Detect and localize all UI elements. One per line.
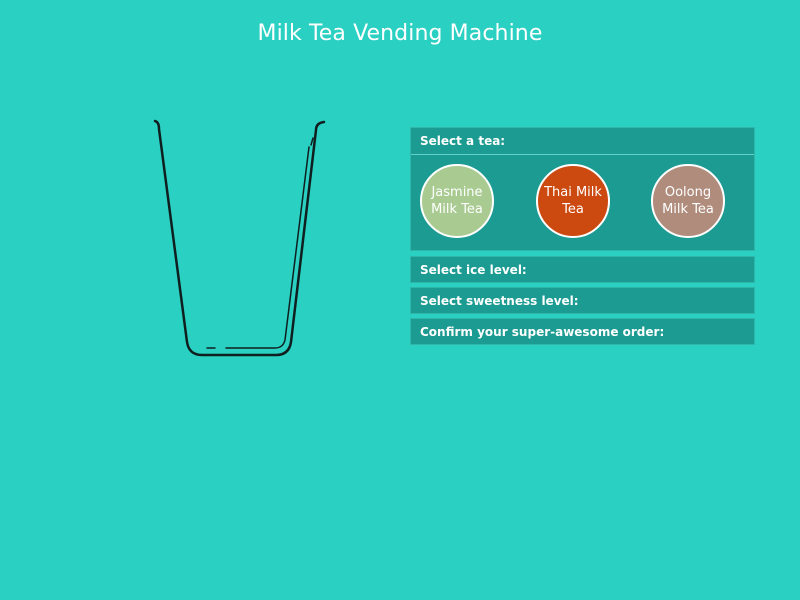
- tea-option-label: Jasmine Milk Tea: [431, 185, 483, 217]
- tea-option-jasmine[interactable]: Jasmine Milk Tea: [420, 164, 494, 238]
- confirm-order-panel: Confirm your super-awesome order:: [410, 318, 755, 345]
- tea-options: Jasmine Milk Tea Thai Milk Tea Oolong Mi…: [411, 155, 754, 251]
- select-ice-header[interactable]: Select ice level:: [411, 257, 754, 283]
- tea-option-label: Thai Milk Tea: [544, 185, 602, 217]
- tea-option-oolong[interactable]: Oolong Milk Tea: [651, 164, 725, 238]
- tea-option-label: Oolong Milk Tea: [662, 185, 714, 217]
- select-sweetness-panel: Select sweetness level:: [410, 287, 755, 314]
- select-ice-panel: Select ice level:: [410, 256, 755, 283]
- select-sweetness-header[interactable]: Select sweetness level:: [411, 288, 754, 314]
- page-title: Milk Tea Vending Machine: [257, 21, 543, 46]
- cup-illustration: [153, 119, 326, 357]
- select-tea-panel: Select a tea: Jasmine Milk Tea Thai Milk…: [410, 127, 755, 251]
- confirm-order-header[interactable]: Confirm your super-awesome order:: [411, 319, 754, 345]
- select-tea-header[interactable]: Select a tea:: [411, 128, 754, 155]
- tea-option-thai[interactable]: Thai Milk Tea: [536, 164, 610, 238]
